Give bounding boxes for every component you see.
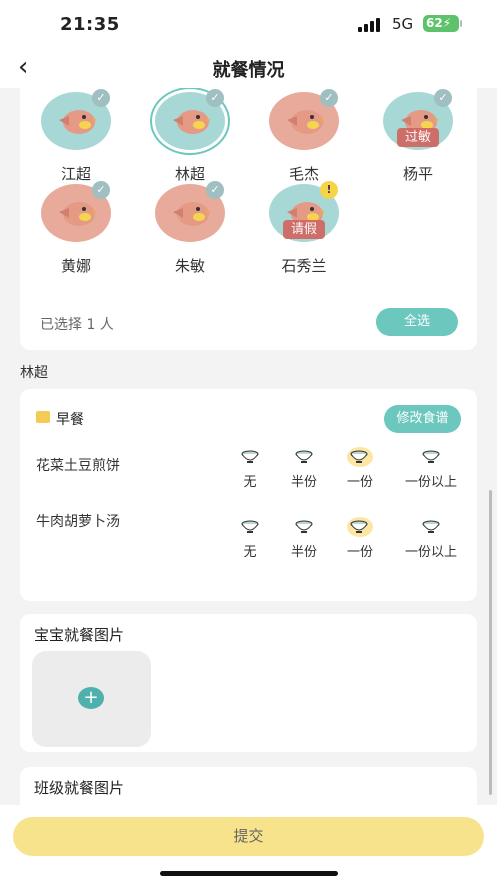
footer: 提交 — [0, 805, 497, 883]
dish-name: 花菜土豆煎饼 — [36, 458, 120, 474]
bowl-icon — [238, 447, 262, 467]
signal-icon — [358, 16, 384, 32]
portion-label: 一份以上 — [404, 475, 457, 490]
portion-option[interactable]: 一份 — [325, 517, 395, 560]
warning-icon: ! — [320, 181, 338, 199]
meal-title: 早餐 — [56, 412, 84, 428]
child-name: 杨平 — [402, 165, 433, 183]
bowl-icon — [292, 517, 316, 537]
status-bar: 21:35 5G 62⚡ — [0, 0, 497, 48]
selection-info: 已选择 1 人 — [40, 317, 114, 333]
status-tag: 过敏 — [397, 128, 439, 147]
battery-icon: 62⚡ — [423, 15, 462, 32]
class-photos-title: 班级就餐图片 — [34, 779, 125, 797]
plus-icon: + — [78, 687, 104, 709]
add-photo-button[interactable]: + — [32, 651, 151, 747]
portion-option[interactable]: 一份 — [325, 447, 395, 490]
home-indicator — [160, 871, 338, 876]
status-tag: 请假 — [283, 220, 325, 239]
network-label: 5G — [392, 15, 414, 33]
bowl-icon — [419, 447, 443, 467]
check-icon: ✓ — [434, 89, 452, 107]
scrollbar[interactable] — [489, 490, 492, 795]
child-item[interactable]: ✓ 朱敏 — [140, 180, 240, 290]
status-time: 21:35 — [60, 14, 120, 35]
portion-option[interactable]: 一份以上 — [396, 517, 466, 560]
submit-button[interactable]: 提交 — [13, 817, 484, 856]
bowl-icon — [419, 517, 443, 537]
page-title: 就餐情况 — [212, 60, 285, 81]
select-all-button[interactable]: 全选 — [376, 308, 458, 336]
children-card: ✓ 江超 ✓ 林超 ✓ 毛杰 过敏 ✓ 杨平 ✓ 黄娜 ✓ 朱敏 请假! 石秀兰 已选择 1 人 全选 — [20, 88, 477, 350]
baby-photos-card: 宝宝就餐图片 + — [20, 614, 477, 752]
check-icon: ✓ — [320, 89, 338, 107]
portion-option[interactable]: 一份以上 — [396, 447, 466, 490]
child-item[interactable]: 请假! 石秀兰 — [254, 180, 354, 290]
bowl-icon — [292, 447, 316, 467]
meal-card: 早餐 修改食谱 花菜土豆煎饼无半份 一份 一份以上 牛肉胡萝卜汤无半份 一份 一份以上 — [20, 389, 477, 601]
child-name: 黄娜 — [60, 257, 91, 275]
bowl-icon — [238, 517, 262, 537]
portion-label: 一份 — [346, 475, 373, 490]
edit-recipe-button[interactable]: 修改食谱 — [384, 405, 461, 433]
battery-level: 62 — [426, 16, 443, 30]
check-icon: ✓ — [92, 181, 110, 199]
meal-box-icon — [36, 411, 50, 423]
bowl-icon — [347, 517, 373, 537]
child-name: 朱敏 — [174, 257, 205, 275]
current-child-name: 林超 — [20, 365, 48, 381]
child-name: 石秀兰 — [281, 257, 327, 275]
child-item[interactable]: ✓ 黄娜 — [26, 180, 126, 290]
dish-name: 牛肉胡萝卜汤 — [36, 514, 120, 530]
check-icon: ✓ — [206, 181, 224, 199]
check-icon: ✓ — [206, 89, 224, 107]
nav-bar: ‹ 就餐情况 — [0, 48, 497, 88]
child-item[interactable]: 过敏 ✓ 杨平 — [368, 88, 468, 198]
portion-label: 一份 — [346, 545, 373, 560]
portion-label: 一份以上 — [404, 545, 457, 560]
bowl-icon — [347, 447, 373, 467]
check-icon: ✓ — [92, 89, 110, 107]
baby-photos-title: 宝宝就餐图片 — [34, 626, 125, 644]
